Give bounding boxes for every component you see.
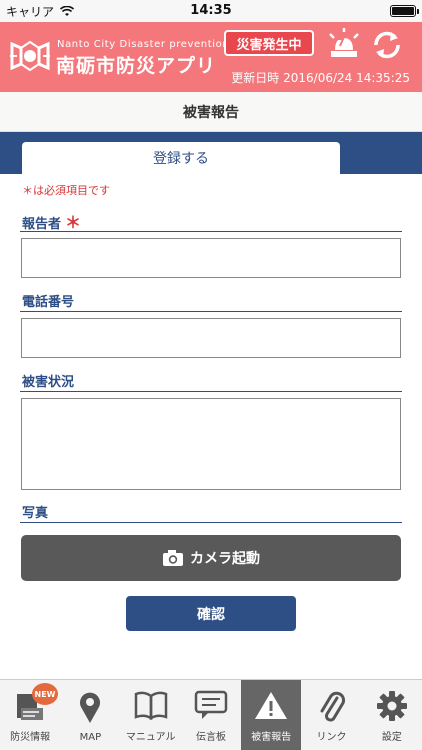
damage-label: 被害状況 bbox=[22, 375, 75, 390]
page-title: 被害報告 bbox=[0, 92, 422, 132]
tabbar-label: リンク bbox=[316, 732, 347, 743]
reporter-label: 報告者＊ bbox=[22, 209, 81, 233]
gear-icon bbox=[376, 691, 407, 721]
photo-label: 写真 bbox=[22, 506, 49, 521]
damage-textarea[interactable] bbox=[21, 398, 401, 490]
app-title: 南砺市防災アプリ bbox=[56, 55, 217, 77]
reporter-divider bbox=[20, 231, 402, 232]
photo-divider bbox=[20, 522, 402, 523]
tabbar-label: 防災情報 bbox=[10, 732, 51, 743]
disaster-status-badge[interactable]: 災害発生中 bbox=[224, 30, 314, 56]
updated-timestamp: 更新日時 2016/06/24 14:35:25 bbox=[231, 69, 410, 86]
phone-input[interactable] bbox=[21, 318, 401, 358]
refresh-icon[interactable] bbox=[370, 28, 404, 62]
manual-book-icon bbox=[134, 691, 167, 720]
tabbar-label: 設定 bbox=[381, 732, 402, 743]
map-pin-icon bbox=[80, 692, 101, 723]
warning-icon bbox=[255, 692, 288, 719]
tabbar-label: マニュアル bbox=[125, 732, 176, 743]
updated-label: 更新日時 bbox=[231, 71, 280, 85]
tabbar-item-manual[interactable]: マニュアル bbox=[121, 680, 181, 750]
new-badge: NEW bbox=[32, 683, 58, 705]
damage-divider bbox=[20, 391, 402, 392]
app-logo-icon bbox=[10, 40, 50, 72]
phone-divider bbox=[20, 311, 402, 312]
tabbar-item-map[interactable]: MAP bbox=[60, 680, 120, 750]
tabbar-item-message-board[interactable]: 伝言板 bbox=[181, 680, 241, 750]
reporter-input[interactable] bbox=[21, 238, 401, 278]
tabbar-item-disaster-info[interactable]: NEW 防災情報 bbox=[0, 680, 60, 750]
bottom-tab-bar: NEW 防災情報 MAP マニュアル 伝言板 被害報告 リンク 設定 bbox=[0, 679, 422, 750]
status-time: 14:35 bbox=[190, 3, 232, 18]
required-star: ＊ bbox=[65, 213, 82, 232]
tabbar-item-settings[interactable]: 設定 bbox=[362, 680, 422, 750]
tabbar-label: MAP bbox=[79, 732, 102, 743]
alarm-light-icon[interactable] bbox=[326, 28, 362, 60]
app-header: Nanto City Disaster prevention app 南砺市防災… bbox=[0, 22, 422, 92]
battery-icon bbox=[390, 5, 419, 17]
reporter-label-text: 報告者 bbox=[22, 217, 62, 232]
paperclip-icon bbox=[320, 691, 345, 722]
updated-value: 2016/06/24 14:35:25 bbox=[283, 71, 410, 85]
phone-label: 電話番号 bbox=[22, 295, 75, 310]
tab-strip: 登録する bbox=[0, 132, 422, 174]
camera-icon bbox=[163, 550, 183, 566]
status-bar: キャリア 14:35 bbox=[0, 0, 422, 22]
required-note: ＊は必須項目です bbox=[22, 184, 110, 197]
tabbar-label: 被害報告 bbox=[251, 732, 292, 743]
tabbar-item-damage-report[interactable]: 被害報告 bbox=[241, 680, 302, 750]
tab-register[interactable]: 登録する bbox=[22, 142, 340, 174]
tabbar-label: 伝言板 bbox=[195, 732, 226, 743]
tabbar-item-link[interactable]: リンク bbox=[301, 680, 361, 750]
camera-launch-button[interactable]: カメラ起動 bbox=[21, 535, 401, 581]
camera-button-label: カメラ起動 bbox=[190, 551, 260, 567]
confirm-button[interactable]: 確認 bbox=[126, 596, 296, 631]
message-board-icon bbox=[194, 690, 228, 719]
